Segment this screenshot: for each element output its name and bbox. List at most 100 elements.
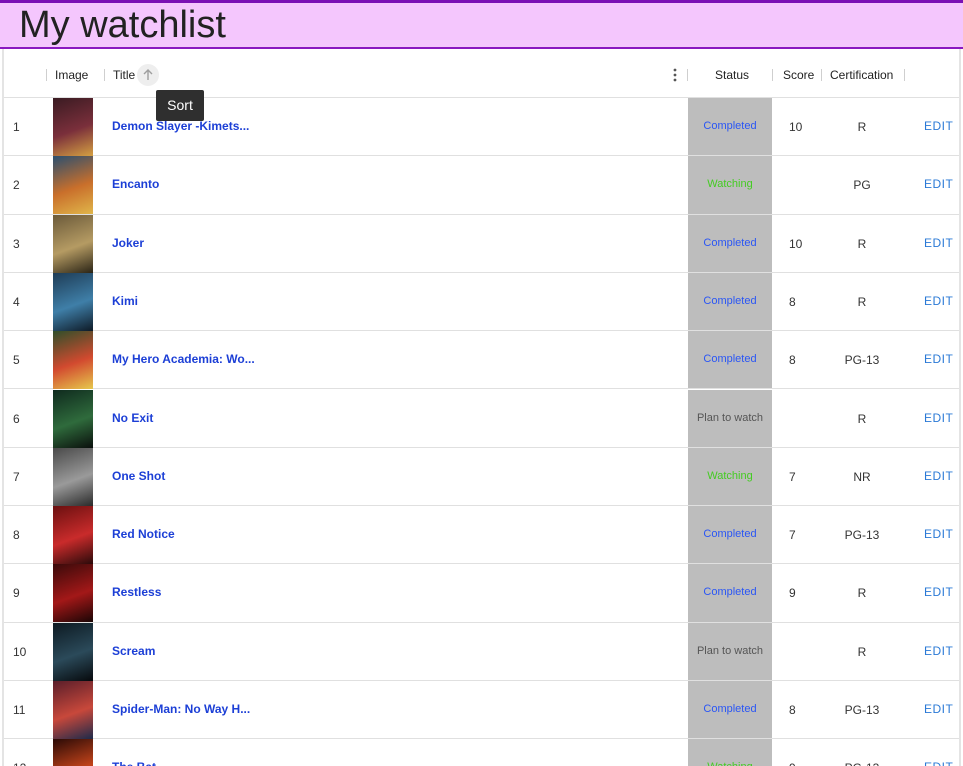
certification-value: PG-13 <box>844 703 880 717</box>
column-separator[interactable] <box>772 69 773 81</box>
score-value: 7 <box>789 469 796 484</box>
movie-title-link[interactable]: Scream <box>112 644 155 658</box>
status-cell: Watching <box>688 156 772 214</box>
edit-button[interactable]: EDIT <box>924 702 953 716</box>
movie-poster <box>53 156 93 215</box>
certification-value: PG <box>853 178 871 193</box>
edit-button[interactable]: EDIT <box>924 294 953 308</box>
certification-value: R <box>857 294 867 309</box>
column-menu-icon[interactable] <box>672 67 678 83</box>
movie-poster <box>53 389 93 448</box>
column-separator[interactable] <box>904 69 905 81</box>
edit-button[interactable]: EDIT <box>924 585 953 599</box>
page-title: My watchlist <box>19 4 226 46</box>
table-row[interactable]: 8 Red Notice Completed 7 PG-13 EDIT <box>4 506 959 565</box>
status-cell: Completed <box>688 214 772 272</box>
edit-button[interactable]: EDIT <box>924 236 953 250</box>
table-row[interactable]: 2 Encanto Watching PG EDIT <box>4 156 959 215</box>
movie-title-link[interactable]: The Bat... <box>112 760 166 766</box>
table-row[interactable]: 1 Demon Slayer -Kimets... Completed 10 R… <box>4 98 959 157</box>
movie-poster <box>53 622 93 681</box>
edit-button[interactable]: EDIT <box>924 177 953 191</box>
score-value: 10 <box>789 236 803 251</box>
movie-poster <box>53 447 93 506</box>
column-header-row: Image Title Status Score Certification <box>4 49 959 98</box>
row-index: 2 <box>13 178 20 193</box>
table-row[interactable]: 4 Kimi Completed 8 R EDIT <box>4 272 959 332</box>
table-row[interactable]: 9 Restless Completed 9 R EDIT <box>4 564 959 623</box>
edit-button[interactable]: EDIT <box>924 644 953 658</box>
movie-title-link[interactable]: Joker <box>112 236 144 250</box>
movie-title-link[interactable]: One Shot <box>112 469 165 483</box>
certification-value: NR <box>853 469 871 484</box>
status-cell: Completed <box>688 564 772 622</box>
table-row[interactable]: 3 Joker Completed 10 R EDIT <box>4 214 959 273</box>
row-index: 4 <box>13 294 20 309</box>
certification-value: R <box>857 586 867 601</box>
edit-button[interactable]: EDIT <box>924 760 953 766</box>
movie-title-link[interactable]: Encanto <box>112 177 159 191</box>
movie-title-link[interactable]: My Hero Academia: Wo... <box>112 352 255 366</box>
status-cell: Completed <box>688 98 772 156</box>
column-separator[interactable] <box>104 69 105 81</box>
column-header-title[interactable]: Title <box>113 67 135 83</box>
movie-poster <box>53 98 93 156</box>
table-row[interactable]: 7 One Shot Watching 7 NR EDIT <box>4 447 959 507</box>
table-row[interactable]: 12 The Bat... Watching 9 PG-13 EDIT <box>4 739 959 766</box>
row-index: 11 <box>13 703 26 717</box>
row-index: 1 <box>13 120 20 134</box>
movie-poster <box>53 214 93 273</box>
edit-button[interactable]: EDIT <box>924 411 953 425</box>
edit-button[interactable]: EDIT <box>924 352 953 366</box>
movie-title-link[interactable]: Demon Slayer -Kimets... <box>112 119 249 133</box>
table-row[interactable]: 10 Scream Plan to watch R EDIT <box>4 622 959 681</box>
movie-poster <box>53 506 93 565</box>
sort-arrow-up-icon[interactable] <box>137 64 159 86</box>
status-cell: Completed <box>688 681 772 739</box>
column-header-certification[interactable]: Certification <box>830 67 893 83</box>
edit-button[interactable]: EDIT <box>924 119 953 133</box>
row-index: 12 <box>13 761 26 766</box>
column-header-status[interactable]: Status <box>715 67 749 83</box>
score-value: 10 <box>789 120 803 134</box>
edit-button[interactable]: EDIT <box>924 469 953 483</box>
movie-title-link[interactable]: Red Notice <box>112 527 175 541</box>
table-row[interactable]: 6 No Exit Plan to watch R EDIT <box>4 389 959 448</box>
score-value: 9 <box>789 586 796 601</box>
certification-value: R <box>857 236 867 251</box>
status-cell: Plan to watch <box>688 622 772 680</box>
column-separator[interactable] <box>46 69 47 81</box>
certification-value: R <box>857 644 867 659</box>
movie-poster <box>53 564 93 623</box>
watchlist-grid: Image Title Status Score Certification S… <box>2 49 961 766</box>
movie-poster <box>53 331 93 390</box>
sort-tooltip: Sort <box>156 90 204 121</box>
column-header-image[interactable]: Image <box>55 67 88 83</box>
certification-value: PG-13 <box>844 353 880 368</box>
certification-value: PG-13 <box>824 761 900 766</box>
status-cell: Completed <box>688 506 772 564</box>
row-index: 9 <box>13 586 20 601</box>
movie-poster <box>53 272 93 331</box>
status-cell: Watching <box>688 447 772 506</box>
movie-title-link[interactable]: Spider-Man: No Way H... <box>112 702 250 716</box>
movie-title-link[interactable]: Restless <box>112 585 161 599</box>
status-cell: Watching <box>688 739 772 766</box>
table-row[interactable]: 11 Spider-Man: No Way H... Completed 8 P… <box>4 681 959 740</box>
score-value: 8 <box>789 294 796 309</box>
row-index: 5 <box>13 353 20 368</box>
movie-title-link[interactable]: No Exit <box>112 411 153 425</box>
row-index: 7 <box>13 469 20 484</box>
column-separator[interactable] <box>687 69 688 81</box>
edit-button[interactable]: EDIT <box>924 527 953 541</box>
row-index: 8 <box>13 528 20 543</box>
column-header-score[interactable]: Score <box>783 67 814 83</box>
column-separator[interactable] <box>821 69 822 81</box>
status-cell: Plan to watch <box>688 389 772 447</box>
movie-title-link[interactable]: Kimi <box>112 294 138 308</box>
score-value: 7 <box>789 528 796 543</box>
score-value: 8 <box>789 703 796 717</box>
row-index: 3 <box>13 236 20 251</box>
table-row[interactable]: 5 My Hero Academia: Wo... Completed 8 PG… <box>4 331 959 390</box>
certification-value: PG-13 <box>844 528 880 543</box>
